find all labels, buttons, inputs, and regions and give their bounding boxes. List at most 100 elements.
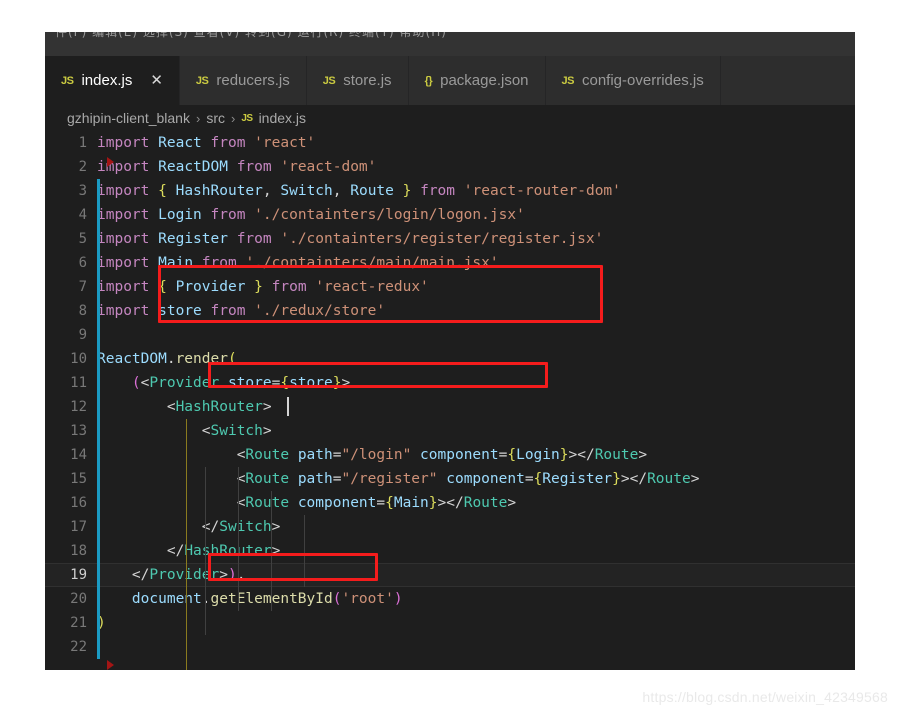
code-line[interactable]: 21) bbox=[45, 611, 855, 635]
breadcrumb-item[interactable]: index.js bbox=[259, 110, 306, 126]
code-token: > bbox=[262, 423, 272, 439]
line-number: 14 bbox=[70, 447, 87, 463]
code-token: { bbox=[533, 471, 543, 487]
menu-bar-strip[interactable]: 件(F) 编辑(E) 选择(S) 查看(V) 转到(G) 运行(R) 终端(T)… bbox=[45, 32, 855, 56]
code-token: Route bbox=[245, 495, 290, 511]
code-line[interactable]: 13 <Switch> bbox=[45, 419, 855, 443]
code-token: import bbox=[97, 231, 150, 247]
js-icon: JS bbox=[322, 74, 336, 87]
code-line[interactable]: 19 </Provider>), bbox=[45, 563, 855, 587]
code-token: Provider bbox=[175, 279, 246, 295]
code-line[interactable]: 20 document.getElementById('root') bbox=[45, 587, 855, 611]
code-line[interactable]: 3 import { HashRouter, Switch, Route } fr… bbox=[45, 179, 855, 203]
code-token: > bbox=[620, 471, 630, 487]
code-line[interactable]: 1 import React from 'react' bbox=[45, 131, 855, 155]
code-token: Provider bbox=[149, 567, 220, 583]
editor-tab-index-js[interactable]: JS index.js ✕ bbox=[45, 56, 180, 105]
code-line[interactable]: 12 <HashRouter> bbox=[45, 395, 855, 419]
line-number: 1 bbox=[78, 135, 87, 151]
breadcrumb[interactable]: gzhipin-client_blank › src › JS index.js bbox=[45, 105, 855, 131]
line-number: 22 bbox=[70, 639, 87, 655]
code-line[interactable]: 18 </HashRouter> bbox=[45, 539, 855, 563]
code-token: import bbox=[97, 159, 150, 175]
code-line[interactable]: 14 <Route path="/login" component={Login… bbox=[45, 443, 855, 467]
editor-tab-config-overrides-js[interactable]: JS config-overrides.js bbox=[545, 56, 721, 105]
code-token: from bbox=[236, 231, 272, 247]
code-line[interactable]: 9 bbox=[45, 323, 855, 347]
code-line-content: import { HashRouter, Switch, Route } fro… bbox=[97, 179, 621, 203]
code-token: from bbox=[210, 303, 246, 319]
code-line[interactable]: 5 import Register from './containters/reg… bbox=[45, 227, 855, 251]
code-token: render bbox=[175, 351, 228, 367]
code-token: './containters/main/main.jsx' bbox=[245, 255, 499, 271]
code-line[interactable]: 11 (<Provider store={store}> bbox=[45, 371, 855, 395]
code-token: from bbox=[201, 255, 237, 271]
line-number: 6 bbox=[78, 255, 87, 271]
code-line[interactable]: 8 import store from './redux/store' bbox=[45, 299, 855, 323]
code-token: store bbox=[289, 375, 333, 391]
code-line[interactable]: 10 ReactDOM.render( bbox=[45, 347, 855, 371]
code-token: { bbox=[385, 495, 394, 511]
code-token: Route bbox=[245, 471, 290, 487]
code-line[interactable]: 4 import Login from './containters/login/… bbox=[45, 203, 855, 227]
code-token: './containters/login/logon.jsx' bbox=[254, 207, 525, 223]
code-token: Login bbox=[158, 207, 202, 223]
code-token: , bbox=[332, 183, 342, 199]
code-token: Route bbox=[647, 471, 691, 487]
screenshot-root: 件(F) 编辑(E) 选择(S) 查看(V) 转到(G) 运行(R) 终端(T)… bbox=[0, 0, 900, 713]
code-line-content: </Switch> bbox=[97, 515, 281, 539]
code-line[interactable]: 7 import { Provider } from 'react-redux' bbox=[45, 275, 855, 299]
line-number: 16 bbox=[70, 495, 87, 511]
editor-tab-package-json[interactable]: {} package.json bbox=[408, 56, 546, 105]
code-line-content: </Provider>), bbox=[97, 563, 246, 587]
code-token: Main bbox=[393, 495, 429, 511]
code-token: { bbox=[158, 279, 167, 295]
line-number: 21 bbox=[70, 615, 87, 631]
code-token: > bbox=[341, 375, 351, 391]
code-token: from bbox=[236, 159, 272, 175]
line-number: 19 bbox=[70, 567, 87, 583]
breadcrumb-item[interactable]: gzhipin-client_blank bbox=[67, 110, 190, 126]
code-token: < bbox=[166, 399, 176, 415]
editor-tab-reducers-js[interactable]: JS reducers.js bbox=[179, 56, 307, 105]
code-line[interactable]: 16 <Route component={Main}></Route> bbox=[45, 491, 855, 515]
close-icon[interactable]: ✕ bbox=[150, 73, 163, 88]
code-token: </ bbox=[629, 471, 648, 487]
code-token: > bbox=[638, 447, 648, 463]
code-token: import bbox=[97, 135, 150, 151]
code-token: > bbox=[690, 471, 700, 487]
code-line[interactable]: 2 import ReactDOM from 'react-dom' bbox=[45, 155, 855, 179]
code-token: "/register" bbox=[341, 471, 438, 487]
code-line[interactable]: 15 <Route path="/register" component={Re… bbox=[45, 467, 855, 491]
code-line[interactable]: 17 </Switch> bbox=[45, 515, 855, 539]
code-line-content: <Route component={Main}></Route> bbox=[97, 491, 516, 515]
code-token: 'react-router-dom' bbox=[463, 183, 621, 199]
code-token: ( bbox=[131, 375, 141, 391]
code-token: , bbox=[262, 183, 272, 199]
code-line[interactable]: 22 bbox=[45, 635, 855, 659]
editor-tab-store-js[interactable]: JS store.js bbox=[306, 56, 409, 105]
breadcrumb-item[interactable]: src bbox=[206, 110, 225, 126]
code-line[interactable]: 6 import Main from './containters/main/ma… bbox=[45, 251, 855, 275]
code-token: = bbox=[524, 471, 534, 487]
tab-label: store.js bbox=[343, 72, 392, 89]
code-editor-surface[interactable]: 1 import React from 'react' 2 import ReactD… bbox=[45, 131, 855, 670]
tab-label: reducers.js bbox=[216, 72, 290, 89]
line-number: 2 bbox=[78, 159, 87, 175]
